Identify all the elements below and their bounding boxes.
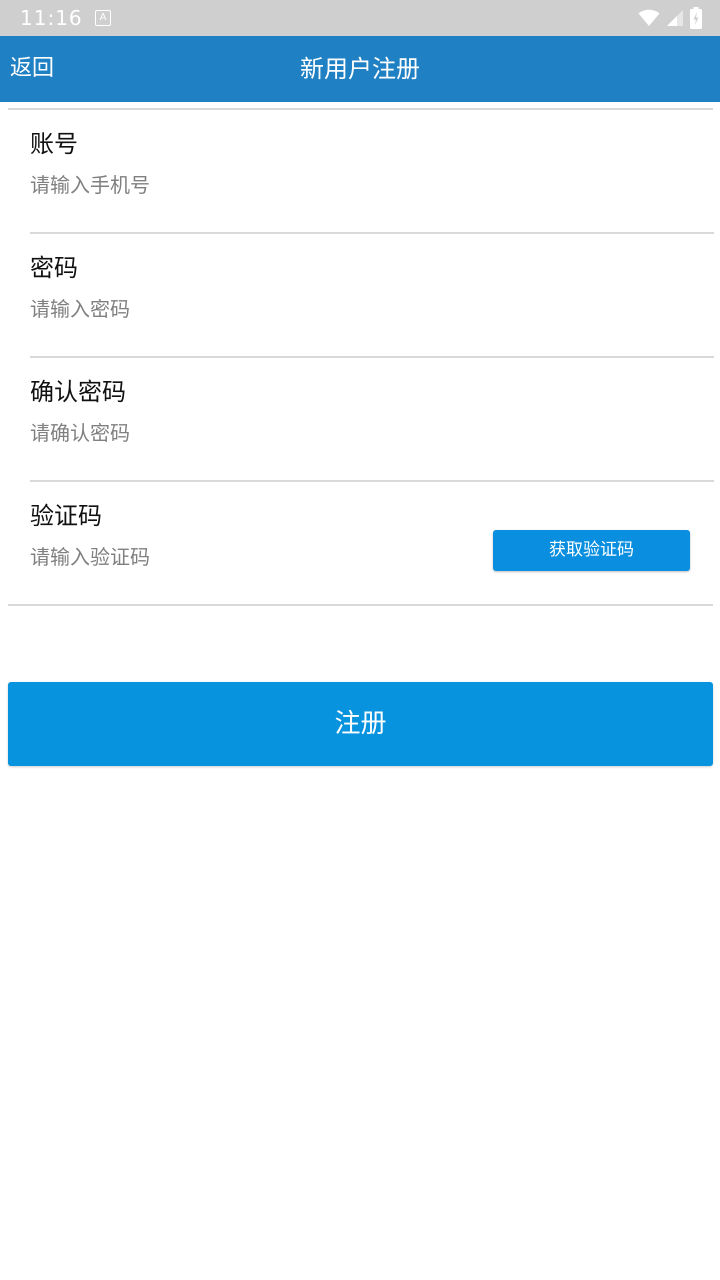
- status-bar: 11:16 A: [0, 0, 720, 36]
- cell-signal-icon: [667, 10, 683, 26]
- get-verification-code-button[interactable]: 获取验证码: [493, 530, 690, 571]
- status-icons: [638, 7, 702, 29]
- confirm-password-label: 确认密码: [30, 378, 126, 406]
- a-letter-icon: A: [95, 10, 111, 26]
- verification-code-label: 验证码: [30, 502, 102, 530]
- page-title: 新用户注册: [300, 55, 420, 83]
- register-button[interactable]: 注册: [8, 682, 713, 766]
- divider: [8, 604, 713, 606]
- divider: [30, 480, 714, 482]
- status-time: 11:16: [20, 6, 83, 30]
- divider: [8, 108, 713, 110]
- confirm-password-input[interactable]: [30, 417, 690, 449]
- battery-charging-icon: [690, 7, 702, 29]
- password-label: 密码: [30, 254, 78, 282]
- divider: [30, 232, 714, 234]
- app-bar: 返回 新用户注册: [0, 36, 720, 102]
- account-label: 账号: [30, 130, 78, 158]
- wifi-icon: [638, 9, 660, 26]
- account-input[interactable]: [30, 169, 690, 201]
- password-input[interactable]: [30, 293, 690, 325]
- verification-code-input[interactable]: [30, 541, 470, 573]
- back-button[interactable]: 返回: [10, 36, 54, 102]
- divider: [30, 356, 714, 358]
